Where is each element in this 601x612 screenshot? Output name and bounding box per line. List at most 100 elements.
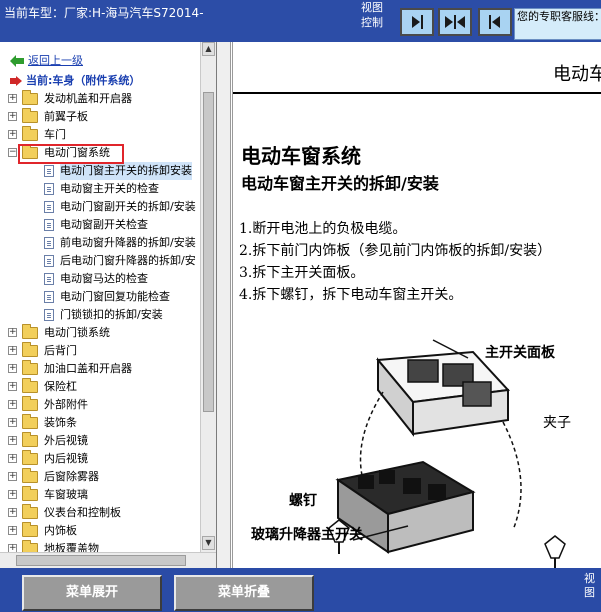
tree-item-label: 发动机盖和开启器 xyxy=(44,92,132,105)
tree-item-label: 电动窗副开关检查 xyxy=(60,218,148,231)
footer-bar: 菜单展开 菜单折叠 xyxy=(0,568,601,612)
expand-icon[interactable]: + xyxy=(8,436,17,445)
tree-item-label: 后背门 xyxy=(44,344,77,357)
document-icon xyxy=(44,291,54,303)
tree-item-label: 后窗除雾器 xyxy=(44,470,99,483)
back-arrow-icon xyxy=(10,55,24,67)
folder-icon xyxy=(22,108,38,123)
tree-item-label-selected: 电动门窗主开关的拆卸安装 xyxy=(60,162,192,180)
menu-expand-button[interactable]: 菜单展开 xyxy=(22,575,162,611)
figure-label-clip: 夹子 xyxy=(543,415,571,431)
tree-item-label: 车窗玻璃 xyxy=(44,488,88,501)
step-1: 1.断开电池上的负极电缆。 xyxy=(239,221,407,237)
step-4: 4.拆下螺钉，拆下电动车窗主开关。 xyxy=(239,287,463,303)
step-3: 3.拆下主开关面板。 xyxy=(239,265,365,281)
document-icon xyxy=(44,255,54,267)
folder-icon xyxy=(22,522,38,537)
tree-item-label: 车门 xyxy=(44,128,66,141)
current-arrow-icon xyxy=(10,76,22,86)
document-icon xyxy=(44,183,54,195)
view-control-label: 视图控制 xyxy=(361,1,383,29)
section-header-title: 电动车窗系统 xyxy=(553,64,601,85)
tree-item-label: 电动门窗回复功能检查 xyxy=(60,290,170,303)
document-icon xyxy=(44,219,54,231)
bottom-view-label: 视图 xyxy=(584,572,595,599)
figure-label-panel: 主开关面板 xyxy=(485,345,555,361)
folder-icon xyxy=(22,90,38,105)
back-link-label: 返回上一级 xyxy=(28,54,83,67)
tree-horizontal-scrollbar[interactable] xyxy=(0,552,216,568)
folder-icon xyxy=(22,414,38,429)
document-icon xyxy=(44,309,54,321)
tree-item-label: 外后视镜 xyxy=(44,434,88,447)
customer-service-hotline: 您的专职客服线：028-87038 xyxy=(514,8,601,40)
collapse-icon[interactable]: − xyxy=(8,148,17,157)
expand-icon[interactable]: + xyxy=(8,346,17,355)
document-icon xyxy=(44,273,54,285)
tree-item-label: 门锁锁扣的拆卸/安装 xyxy=(60,308,163,321)
tree-item-label: 加油口盖和开启器 xyxy=(44,362,132,375)
expand-icon[interactable]: + xyxy=(8,490,17,499)
scroll-up-icon[interactable]: ▲ xyxy=(202,42,215,56)
expand-icon[interactable]: + xyxy=(8,94,17,103)
expand-icon[interactable]: + xyxy=(8,364,17,373)
folder-icon xyxy=(22,504,38,519)
tree-vertical-scrollbar[interactable]: ▲ ▼ xyxy=(200,42,216,552)
panel-splitter[interactable] xyxy=(217,42,231,568)
view-left-button[interactable] xyxy=(478,8,512,36)
folder-icon xyxy=(22,342,38,357)
expand-icon[interactable]: + xyxy=(8,418,17,427)
navigation-tree: 返回上一级 当前:车身（附件系统） + 发动机盖和开启器 + 前翼子板 + 车门 − 电动门窗… xyxy=(0,42,217,568)
expand-icon[interactable]: + xyxy=(8,526,17,535)
document-icon xyxy=(44,237,54,249)
folder-icon xyxy=(22,360,38,375)
scroll-down-icon[interactable]: ▼ xyxy=(202,536,215,550)
tree-item-label: 前电动窗升降器的拆卸/安装 xyxy=(60,236,196,249)
figure-label-screw: 螺钉 xyxy=(289,493,317,509)
figure-label-switch: 玻璃升降器主开关 xyxy=(251,527,363,543)
folder-icon xyxy=(22,450,38,465)
tree-item-label: 电动窗主开关的检查 xyxy=(60,182,159,195)
tree-item-label: 保险杠 xyxy=(44,380,77,393)
view-right-button[interactable] xyxy=(400,8,434,36)
tree-item-label: 内后视镜 xyxy=(44,452,88,465)
current-node-label: 当前:车身（附件系统） xyxy=(26,74,141,87)
folder-icon xyxy=(22,432,38,447)
tree-item-label: 内饰板 xyxy=(44,524,77,537)
expand-icon[interactable]: + xyxy=(8,328,17,337)
folder-icon xyxy=(22,468,38,483)
arrow-left-bar-icon xyxy=(489,15,500,29)
tree-item-label: 仪表台和控制板 xyxy=(44,506,121,519)
step-2: 2.拆下前门内饰板（参见前门内饰板的拆卸/安装） xyxy=(239,243,552,259)
document-icon xyxy=(44,165,54,177)
tree-item-label: 电动门锁系统 xyxy=(44,326,110,339)
tree-item-label: 装饰条 xyxy=(44,416,77,429)
scroll-thumb[interactable] xyxy=(203,92,214,412)
tree-item-label: 外部附件 xyxy=(44,398,88,411)
tree-item-label: 电动门窗副开关的拆卸/安装 xyxy=(60,200,196,213)
folder-icon xyxy=(22,486,38,501)
expand-icon[interactable]: + xyxy=(8,454,17,463)
tree-item-label: 电动窗马达的检查 xyxy=(60,272,148,285)
selected-folder-highlight xyxy=(18,144,124,164)
folder-icon xyxy=(22,324,38,339)
hscroll-thumb[interactable] xyxy=(16,555,186,566)
tree-item-label: 前翼子板 xyxy=(44,110,88,123)
document-icon xyxy=(44,201,54,213)
current-vehicle-title: 当前车型：厂家:H-海马汽车S72014- xyxy=(4,6,204,20)
expand-icon[interactable]: + xyxy=(8,382,17,391)
arrow-right-bar-icon xyxy=(412,15,423,29)
expand-icon[interactable]: + xyxy=(8,472,17,481)
expand-icon[interactable]: + xyxy=(8,508,17,517)
header-divider xyxy=(233,92,601,94)
folder-icon xyxy=(22,378,38,393)
menu-collapse-button[interactable]: 菜单折叠 xyxy=(174,575,314,611)
page-subtitle: 电动车窗主开关的拆卸/安装 xyxy=(241,174,439,193)
expand-icon[interactable]: + xyxy=(8,112,17,121)
view-split-button[interactable] xyxy=(438,8,472,36)
expand-icon[interactable]: + xyxy=(8,400,17,409)
title-bar: 当前车型：厂家:H-海马汽车S72014- 视图控制 您的专职客服线：028-8… xyxy=(0,0,601,42)
page-title: 电动车窗系统 xyxy=(241,144,361,168)
expand-icon[interactable]: + xyxy=(8,130,17,139)
tree-item-label: 后电动门窗升降器的拆卸/安 xyxy=(60,254,196,267)
